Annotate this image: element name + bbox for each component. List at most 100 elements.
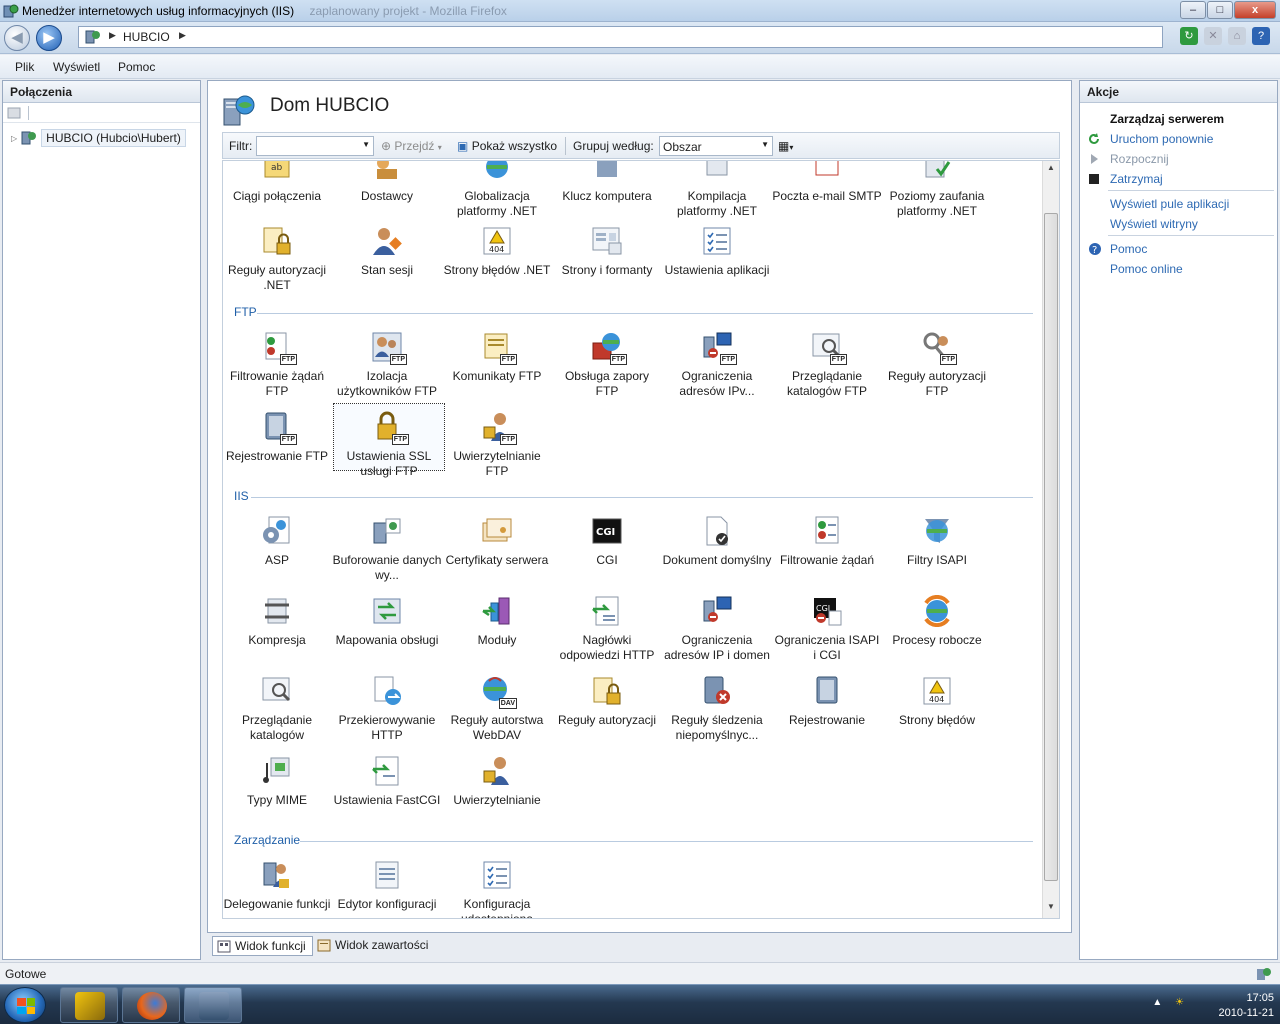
feature-failed-request-tracing[interactable]: Reguły śledzenia niepomyślnyc... bbox=[662, 675, 772, 743]
help-action[interactable]: Pomoc bbox=[1110, 242, 1147, 256]
start-button[interactable] bbox=[4, 987, 46, 1023]
scroll-down-icon[interactable]: ▼ bbox=[1043, 902, 1059, 916]
go-button[interactable]: ⊕ Przejdź ▾ bbox=[381, 139, 442, 153]
feature-authorization-rules[interactable]: Reguły autoryzacji bbox=[552, 675, 662, 728]
expand-arrow-icon[interactable]: ▷ bbox=[11, 134, 17, 143]
breadcrumb-separator-icon[interactable]: ▶ bbox=[179, 30, 186, 41]
feature-fastcgi-settings[interactable]: Ustawienia FastCGI bbox=[332, 755, 442, 808]
feature-ftp-messages[interactable]: FTP Komunikaty FTP bbox=[442, 331, 552, 384]
minimize-button[interactable]: – bbox=[1180, 1, 1206, 19]
feature-logging[interactable]: Rejestrowanie bbox=[772, 675, 882, 728]
show-all-label: Pokaż wszystko bbox=[471, 139, 558, 153]
dropdown-arrow-icon[interactable]: ▼ bbox=[761, 140, 769, 149]
feature-feature-delegation[interactable]: Delegowanie funkcji bbox=[223, 859, 332, 912]
show-all-button[interactable]: ▣ Pokaż wszystko bbox=[457, 139, 557, 153]
dropdown-arrow-icon[interactable]: ▼ bbox=[362, 140, 370, 149]
back-button[interactable]: ◀ bbox=[4, 25, 30, 51]
tree-node-hubcio[interactable]: ▷ HUBCIO (Hubcio\Hubert) bbox=[11, 129, 186, 147]
help-icon[interactable]: ? bbox=[1252, 27, 1270, 45]
home-icon[interactable]: ⌂ bbox=[1228, 27, 1246, 45]
address-box[interactable]: ▶ HUBCIO ▶ bbox=[78, 26, 1163, 48]
feature-net-trust-levels[interactable]: Poziomy zaufania platformy .NET bbox=[882, 161, 992, 219]
view-app-pools-action[interactable]: Wyświetl pule aplikacji bbox=[1110, 197, 1229, 211]
breadcrumb-separator-icon: ▶ bbox=[109, 30, 116, 40]
restart-action[interactable]: Uruchom ponownie bbox=[1110, 132, 1213, 146]
feature-providers[interactable]: Dostawcy bbox=[332, 161, 442, 204]
feature-application-settings[interactable]: Ustawienia aplikacji bbox=[662, 225, 772, 278]
feature-connection-strings[interactable]: ab Ciągi połączenia bbox=[223, 161, 332, 204]
feature-pages-controls[interactable]: Strony i formanty bbox=[552, 225, 662, 278]
filter-bar: Filtr: ▼ ⊕ Przejdź ▾ ▣ Pokaż wszystko Gr… bbox=[222, 132, 1060, 159]
forward-button[interactable]: ▶ bbox=[36, 25, 62, 51]
feature-ftp-authentication[interactable]: FTP Uwierzytelnianie FTP bbox=[442, 411, 552, 479]
feature-cgi[interactable]: CGI CGI bbox=[552, 515, 662, 568]
stop-action[interactable]: Zatrzymaj bbox=[1110, 172, 1163, 186]
scroll-thumb[interactable] bbox=[1044, 213, 1058, 881]
menu-file[interactable]: Plik bbox=[15, 60, 34, 74]
help-online-action[interactable]: Pomoc online bbox=[1110, 262, 1183, 276]
feature-isapi-cgi-restrictions[interactable]: CGI Ograniczenia ISAPI i CGI bbox=[772, 595, 882, 663]
feature-ftp-authorization-rules[interactable]: FTP Reguły autoryzacji FTP bbox=[882, 331, 992, 399]
scroll-up-icon[interactable]: ▲ bbox=[1043, 163, 1059, 177]
feature-server-certificates[interactable]: Certyfikaty serwera bbox=[442, 515, 552, 568]
maximize-button[interactable]: □ bbox=[1207, 1, 1233, 19]
feature-configuration-editor[interactable]: Edytor konfiguracji bbox=[332, 859, 442, 912]
feature-ftp-firewall-support[interactable]: FTP Obsługa zapory FTP bbox=[552, 331, 662, 399]
logging-icon bbox=[811, 675, 843, 707]
feature-output-caching[interactable]: Buforowanie danych wy... bbox=[332, 515, 442, 583]
create-connection-icon[interactable] bbox=[7, 106, 21, 120]
feature-net-compilation[interactable]: Kompilacja platformy .NET bbox=[662, 161, 772, 219]
feature-worker-processes[interactable]: Procesy robocze bbox=[882, 595, 992, 648]
feature-http-redirect[interactable]: Przekierowywanie HTTP bbox=[332, 675, 442, 743]
feature-ip-domain-restrictions[interactable]: Ograniczenia adresów IP i domen bbox=[662, 595, 772, 663]
clock[interactable]: 17:05 2010-11-21 bbox=[1219, 991, 1274, 1021]
feature-http-response-headers[interactable]: Nagłówki odpowiedzi HTTP bbox=[552, 595, 662, 663]
vertical-scrollbar[interactable]: ▲ ▼ bbox=[1042, 161, 1059, 918]
response-headers-icon bbox=[591, 595, 623, 627]
view-mode-icon[interactable]: ▦▾ bbox=[778, 139, 793, 153]
feature-ftp-ip-restrictions[interactable]: FTP Ograniczenia adresów IPv... bbox=[662, 331, 772, 399]
feature-ftp-ssl-settings[interactable]: FTP Ustawienia SSL usługi FTP bbox=[333, 403, 445, 478]
group-by-select[interactable]: Obszar ▼ bbox=[659, 136, 773, 156]
refresh-icon[interactable]: ↻ bbox=[1180, 27, 1198, 45]
breadcrumb-hubcio[interactable]: HUBCIO bbox=[123, 30, 170, 44]
feature-modules[interactable]: Moduły bbox=[442, 595, 552, 648]
menu-view[interactable]: Wyświetl bbox=[53, 60, 100, 74]
feature-ftp-directory-browsing[interactable]: FTP Przeglądanie katalogów FTP bbox=[772, 331, 882, 399]
close-button[interactable]: x bbox=[1234, 1, 1276, 19]
tab-features-view[interactable]: Widok funkcji bbox=[212, 936, 313, 956]
feature-request-filtering[interactable]: Filtrowanie żądań bbox=[772, 515, 882, 568]
tab-content-view[interactable]: Widok zawartości bbox=[313, 936, 434, 956]
menu-help[interactable]: Pomoc bbox=[118, 60, 155, 74]
feature-default-document[interactable]: Dokument domyślny bbox=[662, 515, 772, 568]
taskbar-app-pencil[interactable] bbox=[60, 987, 118, 1023]
feature-net-authorization-rules[interactable]: Reguły autoryzacji .NET bbox=[223, 225, 332, 293]
feature-ftp-logging[interactable]: FTP Rejestrowanie FTP bbox=[223, 411, 332, 464]
feature-net-globalization[interactable]: Globalizacja platformy .NET bbox=[442, 161, 552, 219]
view-sites-action[interactable]: Wyświetl witryny bbox=[1110, 217, 1198, 231]
feature-asp[interactable]: ASP bbox=[223, 515, 332, 568]
feature-net-error-pages[interactable]: 404 Strony błędów .NET bbox=[442, 225, 552, 278]
show-hidden-icons-icon[interactable]: ▲ bbox=[1152, 997, 1162, 1008]
feature-session-state[interactable]: Stan sesji bbox=[332, 225, 442, 278]
weather-gadget-icon[interactable]: ☀ bbox=[1175, 997, 1184, 1008]
stop-icon[interactable]: ✕ bbox=[1204, 27, 1222, 45]
feature-authentication[interactable]: Uwierzytelnianie bbox=[442, 755, 552, 808]
pencil-app-icon bbox=[75, 992, 105, 1020]
feature-ftp-user-isolation[interactable]: FTP Izolacja użytkowników FTP bbox=[332, 331, 442, 399]
taskbar-app-iis[interactable] bbox=[184, 987, 242, 1023]
feature-ftp-request-filtering[interactable]: FTP Filtrowanie żądań FTP bbox=[223, 331, 332, 399]
feature-directory-browsing[interactable]: Przeglądanie katalogów bbox=[223, 675, 332, 743]
start-action[interactable]: Rozpocznij bbox=[1110, 152, 1169, 166]
feature-isapi-filters[interactable]: Filtry ISAPI bbox=[882, 515, 992, 568]
feature-machine-key[interactable]: Klucz komputera bbox=[552, 161, 662, 204]
feature-handler-mappings[interactable]: Mapowania obsługi bbox=[332, 595, 442, 648]
feature-mime-types[interactable]: Typy MIME bbox=[223, 755, 332, 808]
feature-webdav-authoring-rules[interactable]: DAV Reguły autorstwa WebDAV bbox=[442, 675, 552, 743]
feature-compression[interactable]: Kompresja bbox=[223, 595, 332, 648]
feature-smtp-email[interactable]: Poczta e-mail SMTP bbox=[772, 161, 882, 204]
feature-shared-configuration[interactable]: Konfiguracja udostępniona bbox=[442, 859, 552, 918]
filter-input[interactable]: ▼ bbox=[256, 136, 374, 156]
feature-error-pages[interactable]: 404 Strony błędów bbox=[882, 675, 992, 728]
taskbar-app-firefox[interactable] bbox=[122, 987, 180, 1023]
